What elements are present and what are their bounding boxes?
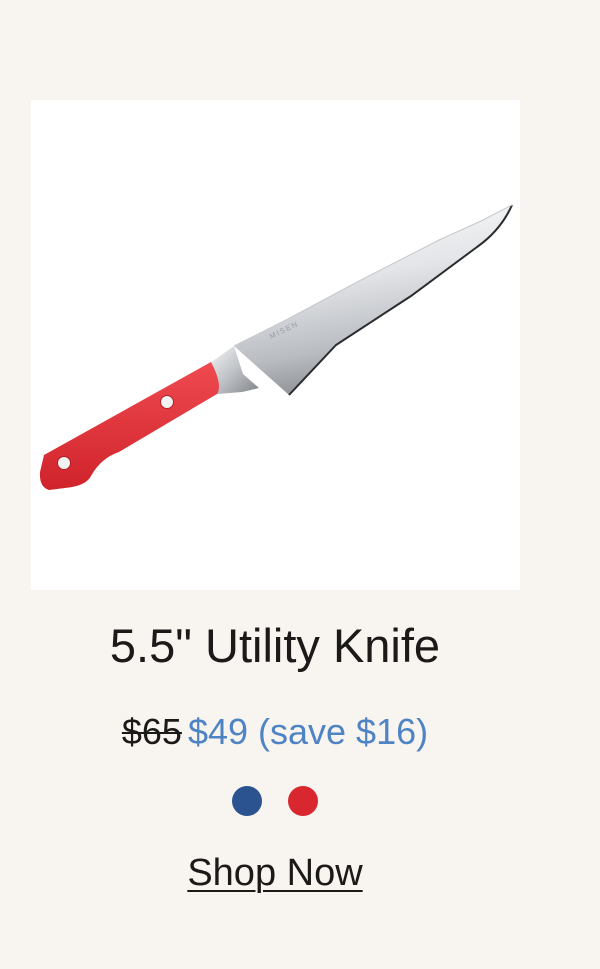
shop-now-wrapper: Shop Now — [0, 851, 550, 897]
swatch-blue[interactable] — [232, 786, 262, 816]
product-card: MISEN 5.5" Utility Knife $65 $49 (save $1… — [0, 0, 600, 969]
shop-now-link[interactable]: Shop Now — [187, 852, 362, 894]
sale-price: $49 (save $16) — [187, 711, 429, 752]
color-swatches — [232, 786, 318, 816]
product-title[interactable]: 5.5" Utility Knife — [0, 618, 550, 674]
swatch-red[interactable] — [288, 786, 318, 816]
product-image[interactable]: MISEN — [31, 100, 520, 590]
original-price: $65 — [121, 711, 182, 752]
price-row: $65 $49 (save $16) — [0, 710, 550, 753]
knife-image: MISEN — [39, 204, 513, 490]
knife-handle — [39, 362, 220, 490]
knife-blade — [234, 205, 512, 395]
